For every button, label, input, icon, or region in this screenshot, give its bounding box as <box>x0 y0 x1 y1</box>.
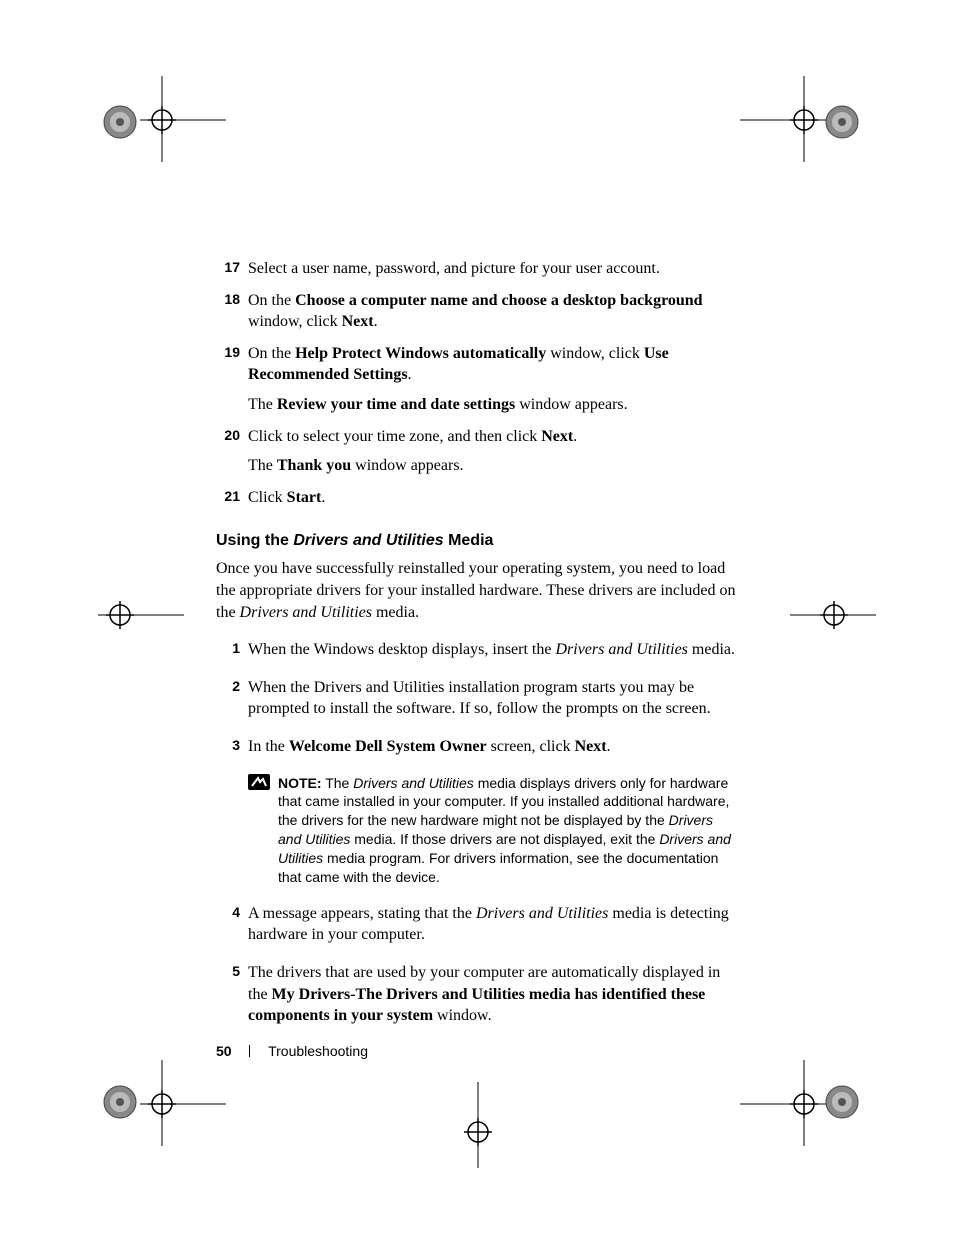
crop-mark-corner <box>820 1080 864 1124</box>
heading-post: Media <box>444 532 494 549</box>
numbered-list-b: 1 When the Windows desktop displays, inse… <box>216 639 736 1027</box>
note-text: NOTE: The Drivers and Utilities media di… <box>278 775 731 885</box>
list-item: 19 On the Help Protect Windows automatica… <box>216 343 736 416</box>
step-text: Click Start. <box>248 487 736 509</box>
section-heading: Using the Drivers and Utilities Media <box>216 532 736 550</box>
list-item: 1 When the Windows desktop displays, inse… <box>216 639 736 661</box>
step-text: In the Welcome Dell System Owner screen,… <box>248 736 736 758</box>
step-text: A message appears, stating that the Driv… <box>248 903 736 946</box>
step-text: When the Drivers and Utilities installat… <box>248 677 736 720</box>
step-number: 3 <box>216 736 240 755</box>
crop-mark-corner <box>98 1080 142 1124</box>
list-item: 20 Click to select your time zone, and th… <box>216 426 736 477</box>
list-item: 17 Select a user name, password, and pict… <box>216 258 736 280</box>
note-icon <box>248 774 270 790</box>
page-footer: 50 Troubleshooting <box>216 1043 368 1059</box>
heading-pre: Using the <box>216 532 293 549</box>
list-item: 21 Click Start. <box>216 487 736 509</box>
crop-mark <box>740 76 826 162</box>
crop-mark-corner <box>820 100 864 144</box>
list-item: 4 A message appears, stating that the Dri… <box>216 903 736 946</box>
footer-section: Troubleshooting <box>268 1043 368 1059</box>
page-content: 17 Select a user name, password, and pict… <box>216 258 736 1043</box>
list-item: 5 The drivers that are used by your compu… <box>216 962 736 1027</box>
crop-mark <box>140 1060 226 1146</box>
step-text: The drivers that are used by your comput… <box>248 962 736 1027</box>
note-block: NOTE: The Drivers and Utilities media di… <box>248 774 736 887</box>
numbered-list-a: 17 Select a user name, password, and pict… <box>216 258 736 508</box>
step-text: On the Help Protect Windows automaticall… <box>248 343 736 386</box>
crop-mark <box>740 1060 826 1146</box>
crop-mark-center <box>456 1082 500 1168</box>
step-number: 5 <box>216 962 240 981</box>
list-item: 2 When the Drivers and Utilities installa… <box>216 677 736 720</box>
crop-mark <box>140 76 226 162</box>
list-item: 18 On the Choose a computer name and choo… <box>216 290 736 333</box>
step-text: The Thank you window appears. <box>248 455 736 477</box>
heading-em: Drivers and Utilities <box>293 532 443 549</box>
step-text: On the Choose a computer name and choose… <box>248 290 736 333</box>
step-text: The Review your time and date settings w… <box>248 394 736 416</box>
step-text: Select a user name, password, and pictur… <box>248 258 736 280</box>
step-number: 19 <box>216 343 240 362</box>
intro-paragraph: Once you have successfully reinstalled y… <box>216 558 736 623</box>
step-number: 21 <box>216 487 240 506</box>
step-number: 18 <box>216 290 240 309</box>
step-number: 17 <box>216 258 240 277</box>
step-number: 4 <box>216 903 240 922</box>
crop-mark <box>98 572 184 658</box>
step-number: 20 <box>216 426 240 445</box>
step-text: When the Windows desktop displays, inser… <box>248 639 736 661</box>
step-number: 1 <box>216 639 240 658</box>
crop-mark-corner <box>98 100 142 144</box>
step-number: 2 <box>216 677 240 696</box>
list-item: 3 In the Welcome Dell System Owner screen… <box>216 736 736 758</box>
crop-mark <box>790 572 876 658</box>
step-text: Click to select your time zone, and then… <box>248 426 736 448</box>
footer-separator <box>249 1045 250 1057</box>
page-number: 50 <box>216 1043 232 1059</box>
